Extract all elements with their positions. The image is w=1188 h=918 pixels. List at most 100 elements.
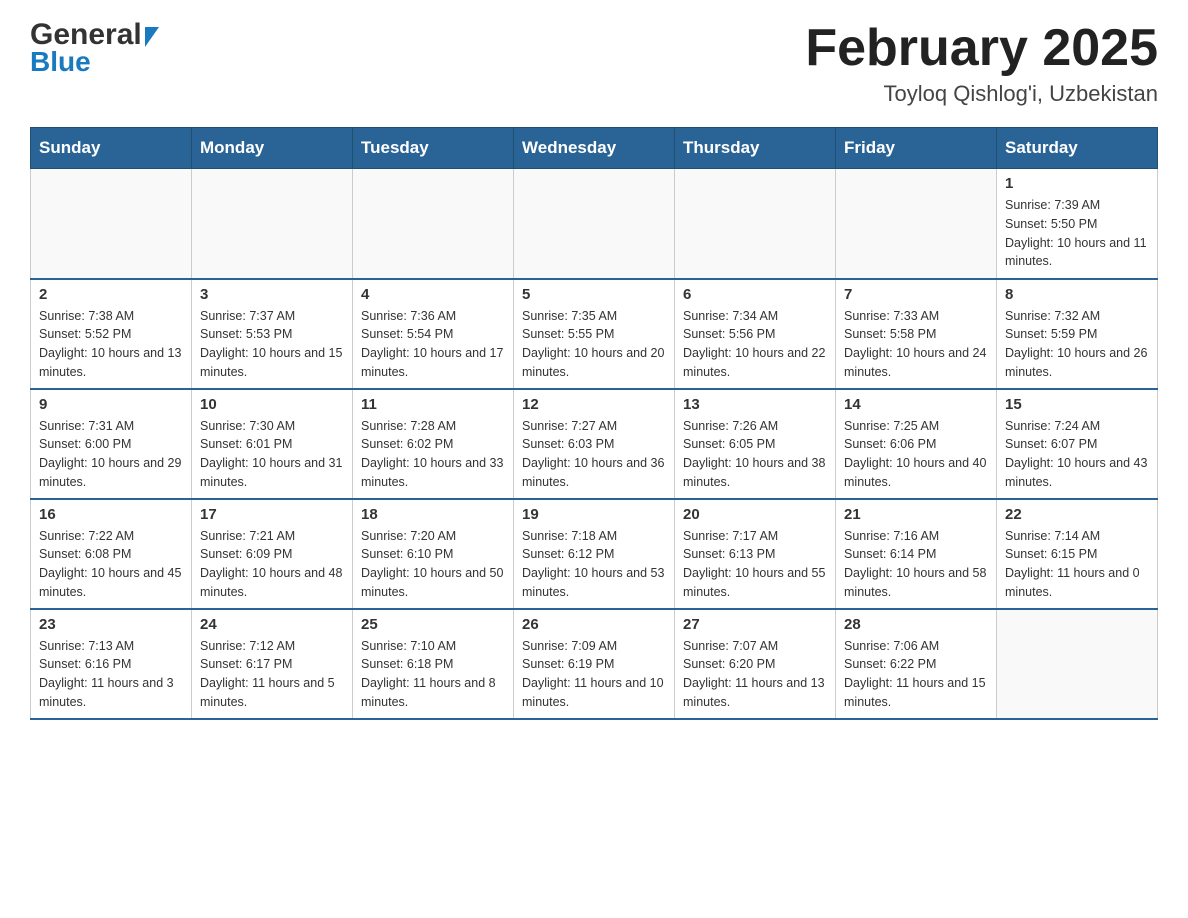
day-info: Sunrise: 7:12 AM Sunset: 6:17 PM Dayligh… xyxy=(200,637,344,712)
day-number: 19 xyxy=(522,506,666,523)
day-info: Sunrise: 7:24 AM Sunset: 6:07 PM Dayligh… xyxy=(1005,417,1149,492)
day-number: 10 xyxy=(200,396,344,413)
day-number: 26 xyxy=(522,616,666,633)
calendar-week-3: 9 Sunrise: 7:31 AM Sunset: 6:00 PM Daylig… xyxy=(31,389,1158,499)
day-number: 4 xyxy=(361,286,505,303)
logo-arrow-icon xyxy=(145,27,159,47)
day-info: Sunrise: 7:32 AM Sunset: 5:59 PM Dayligh… xyxy=(1005,307,1149,382)
day-number: 21 xyxy=(844,506,988,523)
day-number: 3 xyxy=(200,286,344,303)
day-number: 24 xyxy=(200,616,344,633)
day-number: 27 xyxy=(683,616,827,633)
calendar-header: SundayMondayTuesdayWednesdayThursdayFrid… xyxy=(31,128,1158,169)
day-number: 23 xyxy=(39,616,183,633)
day-number: 12 xyxy=(522,396,666,413)
calendar-cell xyxy=(997,609,1158,719)
calendar-cell: 15 Sunrise: 7:24 AM Sunset: 6:07 PM Dayli… xyxy=(997,389,1158,499)
day-number: 11 xyxy=(361,396,505,413)
day-info: Sunrise: 7:22 AM Sunset: 6:08 PM Dayligh… xyxy=(39,527,183,602)
day-number: 16 xyxy=(39,506,183,523)
calendar-cell: 13 Sunrise: 7:26 AM Sunset: 6:05 PM Dayli… xyxy=(675,389,836,499)
day-info: Sunrise: 7:39 AM Sunset: 5:50 PM Dayligh… xyxy=(1005,196,1149,271)
day-info: Sunrise: 7:26 AM Sunset: 6:05 PM Dayligh… xyxy=(683,417,827,492)
day-number: 14 xyxy=(844,396,988,413)
day-info: Sunrise: 7:16 AM Sunset: 6:14 PM Dayligh… xyxy=(844,527,988,602)
day-number: 9 xyxy=(39,396,183,413)
calendar-cell: 17Sunrise: 7:21 AM Sunset: 6:09 PM Dayli… xyxy=(192,499,353,609)
day-info: Sunrise: 7:33 AM Sunset: 5:58 PM Dayligh… xyxy=(844,307,988,382)
day-header-monday: Monday xyxy=(192,128,353,169)
day-info: Sunrise: 7:27 AM Sunset: 6:03 PM Dayligh… xyxy=(522,417,666,492)
calendar-cell: 9 Sunrise: 7:31 AM Sunset: 6:00 PM Daylig… xyxy=(31,389,192,499)
day-number: 28 xyxy=(844,616,988,633)
day-info: Sunrise: 7:38 AM Sunset: 5:52 PM Dayligh… xyxy=(39,307,183,382)
calendar-cell: 1 Sunrise: 7:39 AM Sunset: 5:50 PM Daylig… xyxy=(997,169,1158,279)
calendar-week-5: 23 Sunrise: 7:13 AM Sunset: 6:16 PM Dayli… xyxy=(31,609,1158,719)
day-info: Sunrise: 7:06 AM Sunset: 6:22 PM Dayligh… xyxy=(844,637,988,712)
calendar-cell: 12 Sunrise: 7:27 AM Sunset: 6:03 PM Dayli… xyxy=(514,389,675,499)
day-info: Sunrise: 7:30 AM Sunset: 6:01 PM Dayligh… xyxy=(200,417,344,492)
calendar-cell: 3 Sunrise: 7:37 AM Sunset: 5:53 PM Daylig… xyxy=(192,279,353,389)
calendar-cell: 4Sunrise: 7:36 AM Sunset: 5:54 PM Daylig… xyxy=(353,279,514,389)
page-header: General Blue February 2025 Toyloq Qishlo… xyxy=(30,20,1158,107)
day-info: Sunrise: 7:37 AM Sunset: 5:53 PM Dayligh… xyxy=(200,307,344,382)
calendar-week-1: 1 Sunrise: 7:39 AM Sunset: 5:50 PM Daylig… xyxy=(31,169,1158,279)
day-header-wednesday: Wednesday xyxy=(514,128,675,169)
day-info: Sunrise: 7:34 AM Sunset: 5:56 PM Dayligh… xyxy=(683,307,827,382)
day-info: Sunrise: 7:31 AM Sunset: 6:00 PM Dayligh… xyxy=(39,417,183,492)
calendar-cell: 21 Sunrise: 7:16 AM Sunset: 6:14 PM Dayli… xyxy=(836,499,997,609)
calendar-cell: 26 Sunrise: 7:09 AM Sunset: 6:19 PM Dayli… xyxy=(514,609,675,719)
logo: General Blue xyxy=(30,20,159,76)
day-info: Sunrise: 7:20 AM Sunset: 6:10 PM Dayligh… xyxy=(361,527,505,602)
calendar-cell: 8Sunrise: 7:32 AM Sunset: 5:59 PM Daylig… xyxy=(997,279,1158,389)
calendar-cell xyxy=(192,169,353,279)
page-title: February 2025 xyxy=(805,20,1158,77)
calendar-cell: 25 Sunrise: 7:10 AM Sunset: 6:18 PM Dayli… xyxy=(353,609,514,719)
calendar-cell: 19 Sunrise: 7:18 AM Sunset: 6:12 PM Dayli… xyxy=(514,499,675,609)
page-subtitle: Toyloq Qishlog'i, Uzbekistan xyxy=(805,81,1158,107)
calendar-week-4: 16 Sunrise: 7:22 AM Sunset: 6:08 PM Dayli… xyxy=(31,499,1158,609)
day-header-tuesday: Tuesday xyxy=(353,128,514,169)
calendar-cell xyxy=(836,169,997,279)
calendar-cell xyxy=(353,169,514,279)
calendar-cell: 11 Sunrise: 7:28 AM Sunset: 6:02 PM Dayli… xyxy=(353,389,514,499)
calendar-cell: 23 Sunrise: 7:13 AM Sunset: 6:16 PM Dayli… xyxy=(31,609,192,719)
calendar-cell: 14 Sunrise: 7:25 AM Sunset: 6:06 PM Dayli… xyxy=(836,389,997,499)
day-info: Sunrise: 7:07 AM Sunset: 6:20 PM Dayligh… xyxy=(683,637,827,712)
calendar-cell: 27 Sunrise: 7:07 AM Sunset: 6:20 PM Dayli… xyxy=(675,609,836,719)
day-info: Sunrise: 7:25 AM Sunset: 6:06 PM Dayligh… xyxy=(844,417,988,492)
day-info: Sunrise: 7:09 AM Sunset: 6:19 PM Dayligh… xyxy=(522,637,666,712)
calendar-cell: 20 Sunrise: 7:17 AM Sunset: 6:13 PM Dayli… xyxy=(675,499,836,609)
day-info: Sunrise: 7:13 AM Sunset: 6:16 PM Dayligh… xyxy=(39,637,183,712)
calendar-body: 1 Sunrise: 7:39 AM Sunset: 5:50 PM Daylig… xyxy=(31,169,1158,719)
day-number: 18 xyxy=(361,506,505,523)
title-block: February 2025 Toyloq Qishlog'i, Uzbekist… xyxy=(805,20,1158,107)
day-info: Sunrise: 7:18 AM Sunset: 6:12 PM Dayligh… xyxy=(522,527,666,602)
day-header-sunday: Sunday xyxy=(31,128,192,169)
calendar-cell: 5Sunrise: 7:35 AM Sunset: 5:55 PM Daylig… xyxy=(514,279,675,389)
header-row: SundayMondayTuesdayWednesdayThursdayFrid… xyxy=(31,128,1158,169)
day-number: 20 xyxy=(683,506,827,523)
calendar-table: SundayMondayTuesdayWednesdayThursdayFrid… xyxy=(30,127,1158,720)
day-number: 13 xyxy=(683,396,827,413)
day-number: 15 xyxy=(1005,396,1149,413)
calendar-cell: 6 Sunrise: 7:34 AM Sunset: 5:56 PM Daylig… xyxy=(675,279,836,389)
calendar-cell: 16 Sunrise: 7:22 AM Sunset: 6:08 PM Dayli… xyxy=(31,499,192,609)
day-info: Sunrise: 7:10 AM Sunset: 6:18 PM Dayligh… xyxy=(361,637,505,712)
day-info: Sunrise: 7:17 AM Sunset: 6:13 PM Dayligh… xyxy=(683,527,827,602)
day-header-saturday: Saturday xyxy=(997,128,1158,169)
day-info: Sunrise: 7:14 AM Sunset: 6:15 PM Dayligh… xyxy=(1005,527,1149,602)
day-info: Sunrise: 7:28 AM Sunset: 6:02 PM Dayligh… xyxy=(361,417,505,492)
day-number: 17 xyxy=(200,506,344,523)
day-header-friday: Friday xyxy=(836,128,997,169)
calendar-cell: 22Sunrise: 7:14 AM Sunset: 6:15 PM Dayli… xyxy=(997,499,1158,609)
day-number: 1 xyxy=(1005,175,1149,192)
calendar-cell: 24 Sunrise: 7:12 AM Sunset: 6:17 PM Dayli… xyxy=(192,609,353,719)
calendar-cell: 2 Sunrise: 7:38 AM Sunset: 5:52 PM Daylig… xyxy=(31,279,192,389)
calendar-cell: 28 Sunrise: 7:06 AM Sunset: 6:22 PM Dayli… xyxy=(836,609,997,719)
day-header-thursday: Thursday xyxy=(675,128,836,169)
day-number: 2 xyxy=(39,286,183,303)
day-number: 25 xyxy=(361,616,505,633)
day-number: 6 xyxy=(683,286,827,303)
day-number: 5 xyxy=(522,286,666,303)
